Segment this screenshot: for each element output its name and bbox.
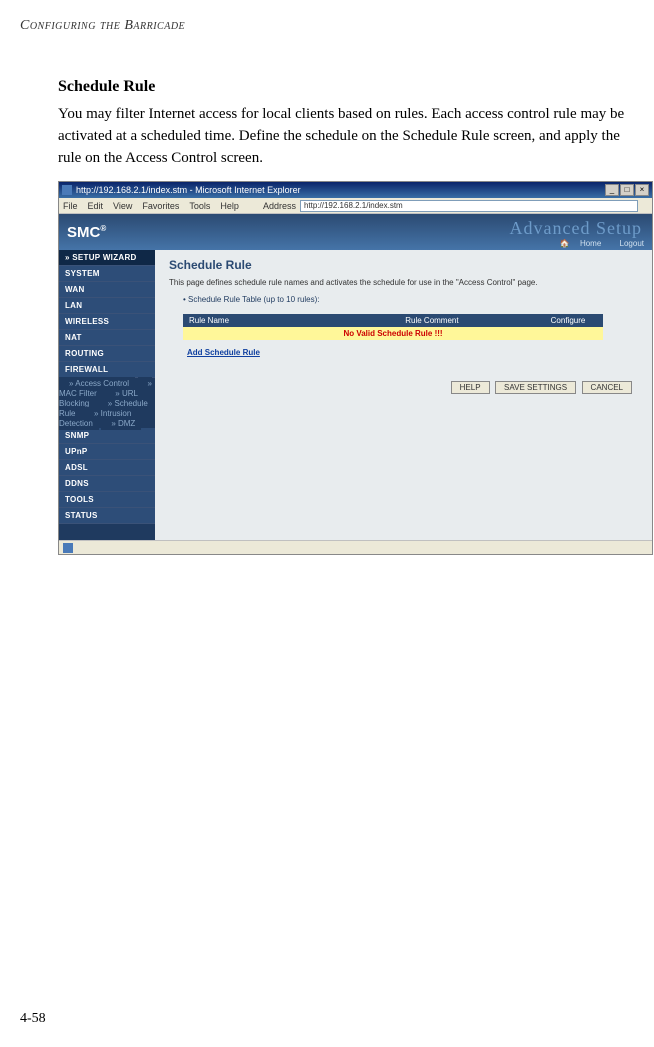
- sidebar-setup-wizard[interactable]: » SETUP WIZARD: [59, 250, 155, 266]
- page-content: Schedule Rule You may filter Internet ac…: [58, 78, 636, 555]
- window-buttons: _ □ ×: [605, 184, 649, 196]
- banner-links: 🏠 Home Logout: [552, 239, 644, 248]
- ie-icon: [62, 185, 72, 195]
- menu-edit[interactable]: Edit: [88, 201, 104, 211]
- menu-view[interactable]: View: [113, 201, 132, 211]
- smc-logo: SMC®: [67, 224, 106, 241]
- main-panel: Schedule Rule This page defines schedule…: [155, 250, 652, 540]
- sidebar-item-firewall[interactable]: FIREWALL: [59, 362, 155, 378]
- panel-description: This page defines schedule rule names an…: [169, 278, 638, 287]
- section-title: Schedule Rule: [58, 78, 636, 96]
- page-number: 4-58: [20, 1011, 46, 1027]
- menu-file[interactable]: File: [63, 201, 78, 211]
- window-titlebar: http://192.168.2.1/index.stm - Microsoft…: [59, 182, 652, 198]
- sidebar-item-adsl[interactable]: ADSL: [59, 460, 155, 476]
- col-configure: Configure: [533, 314, 603, 327]
- address-label: Address: [263, 201, 296, 211]
- table-header: Rule Name Rule Comment Configure: [183, 314, 603, 327]
- minimize-button[interactable]: _: [605, 184, 619, 196]
- sidebar-item-nat[interactable]: NAT: [59, 330, 155, 346]
- panel-title: Schedule Rule: [169, 258, 638, 272]
- banner-title: Advanced Setup: [510, 218, 642, 239]
- table-empty-message: No Valid Schedule Rule !!!: [183, 327, 603, 340]
- cancel-button[interactable]: CANCEL: [582, 381, 632, 394]
- running-header: Configuring the Barricade: [20, 18, 185, 34]
- embedded-screenshot: http://192.168.2.1/index.stm - Microsoft…: [58, 181, 653, 555]
- sidebar-item-ddns[interactable]: DDNS: [59, 476, 155, 492]
- menu-help[interactable]: Help: [220, 201, 239, 211]
- sidebar-item-system[interactable]: SYSTEM: [59, 266, 155, 282]
- sidebar-item-upnp[interactable]: UPnP: [59, 444, 155, 460]
- col-rule-name: Rule Name: [183, 314, 331, 327]
- maximize-button[interactable]: □: [620, 184, 634, 196]
- menu-favorites[interactable]: Favorites: [142, 201, 179, 211]
- menubar: File Edit View Favorites Tools Help Addr…: [59, 198, 652, 214]
- save-settings-button[interactable]: SAVE SETTINGS: [495, 381, 576, 394]
- window-title: http://192.168.2.1/index.stm - Microsoft…: [76, 185, 605, 195]
- body-text: You may filter Internet access for local…: [58, 104, 636, 169]
- sidebar-item-tools[interactable]: TOOLS: [59, 492, 155, 508]
- add-schedule-rule-link[interactable]: Add Schedule Rule: [187, 348, 260, 357]
- help-button[interactable]: HELP: [451, 381, 490, 394]
- status-bar: [59, 540, 652, 554]
- sidebar-item-wan[interactable]: WAN: [59, 282, 155, 298]
- sidebar-item-lan[interactable]: LAN: [59, 298, 155, 314]
- sidebar-sub-dmz[interactable]: » DMZ: [101, 417, 141, 430]
- app-banner: SMC® Advanced Setup 🏠 Home Logout: [59, 214, 652, 250]
- app-body: » SETUP WIZARD SYSTEM WAN LAN WIRELESS N…: [59, 250, 652, 540]
- logout-link[interactable]: Logout: [612, 239, 644, 248]
- schedule-rule-table: Rule Name Rule Comment Configure No Vali…: [183, 314, 603, 340]
- col-rule-comment: Rule Comment: [331, 314, 533, 327]
- status-icon: [63, 543, 73, 553]
- address-input[interactable]: http://192.168.2.1/index.stm: [300, 200, 638, 212]
- home-link[interactable]: 🏠 Home: [560, 239, 602, 248]
- sidebar-item-snmp[interactable]: SNMP: [59, 428, 155, 444]
- panel-subtitle: • Schedule Rule Table (up to 10 rules):: [183, 295, 638, 304]
- close-button[interactable]: ×: [635, 184, 649, 196]
- sidebar: » SETUP WIZARD SYSTEM WAN LAN WIRELESS N…: [59, 250, 155, 540]
- sidebar-item-routing[interactable]: ROUTING: [59, 346, 155, 362]
- sidebar-item-status[interactable]: STATUS: [59, 508, 155, 524]
- action-buttons: HELP SAVE SETTINGS CANCEL: [169, 381, 638, 394]
- sidebar-item-wireless[interactable]: WIRELESS: [59, 314, 155, 330]
- menu-tools[interactable]: Tools: [189, 201, 210, 211]
